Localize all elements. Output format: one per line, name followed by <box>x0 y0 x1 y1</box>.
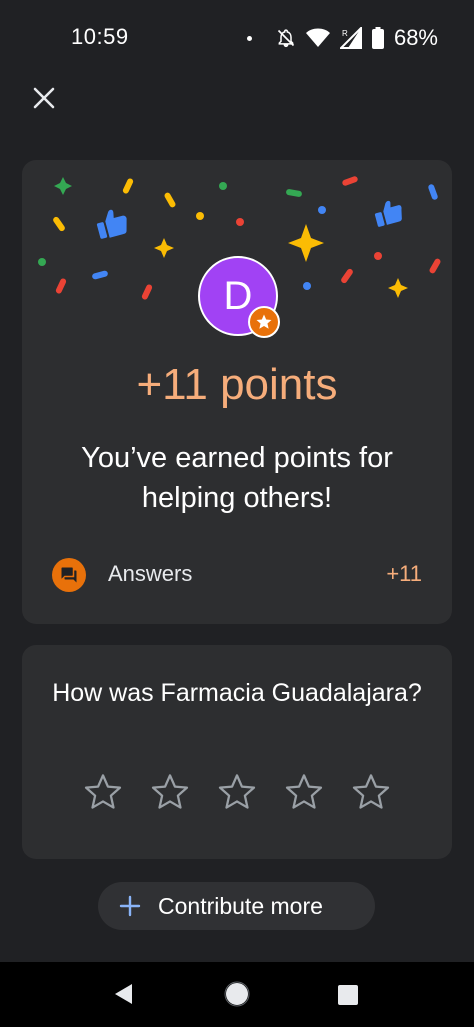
svg-text:R: R <box>342 29 348 38</box>
notifications-off-icon <box>277 29 295 48</box>
star-3-icon[interactable] <box>216 771 258 813</box>
rating-card: How was Farmacia Guadalajara? <box>22 645 452 859</box>
system-nav-bar <box>0 962 474 1027</box>
avatar: D <box>198 256 280 338</box>
star-rating <box>82 771 392 813</box>
star-5-icon[interactable] <box>350 771 392 813</box>
avatar-badge <box>248 306 280 338</box>
status-icons: R 68% <box>246 24 438 52</box>
points-title: +11 points <box>136 360 338 409</box>
contribute-more-button[interactable]: Contribute more <box>98 882 375 930</box>
forum-icon <box>61 567 77 583</box>
points-message: You’ve earned points for helping others! <box>81 442 393 514</box>
close-icon <box>33 87 55 109</box>
star-1-icon[interactable] <box>82 771 124 813</box>
activity-label: Answers <box>108 561 193 586</box>
home-icon[interactable] <box>224 981 250 1007</box>
wifi-icon <box>305 28 330 47</box>
points-card: D +11 points You’ve earned points for he… <box>22 160 452 624</box>
close-button[interactable] <box>26 80 62 116</box>
battery-level: 68% <box>393 25 438 50</box>
recents-icon[interactable] <box>337 984 359 1006</box>
rating-question: How was Farmacia Guadalajara? <box>52 679 422 707</box>
star-2-icon[interactable] <box>149 771 191 813</box>
status-time: 10:59 <box>71 24 129 49</box>
answers-icon-circle <box>52 558 86 592</box>
star-icon <box>256 314 272 329</box>
activity-row-answers: Answers +11 <box>52 557 422 593</box>
plus-icon <box>119 895 141 917</box>
contribute-more-label: Contribute more <box>158 892 323 919</box>
battery-icon <box>371 27 384 49</box>
activity-points: +11 <box>386 561 422 586</box>
signal-icon: R <box>339 27 362 49</box>
dot-icon <box>246 35 252 41</box>
star-4-icon[interactable] <box>283 771 325 813</box>
status-bar: 10:59 R 68% <box>0 0 474 76</box>
back-icon[interactable] <box>112 982 136 1006</box>
